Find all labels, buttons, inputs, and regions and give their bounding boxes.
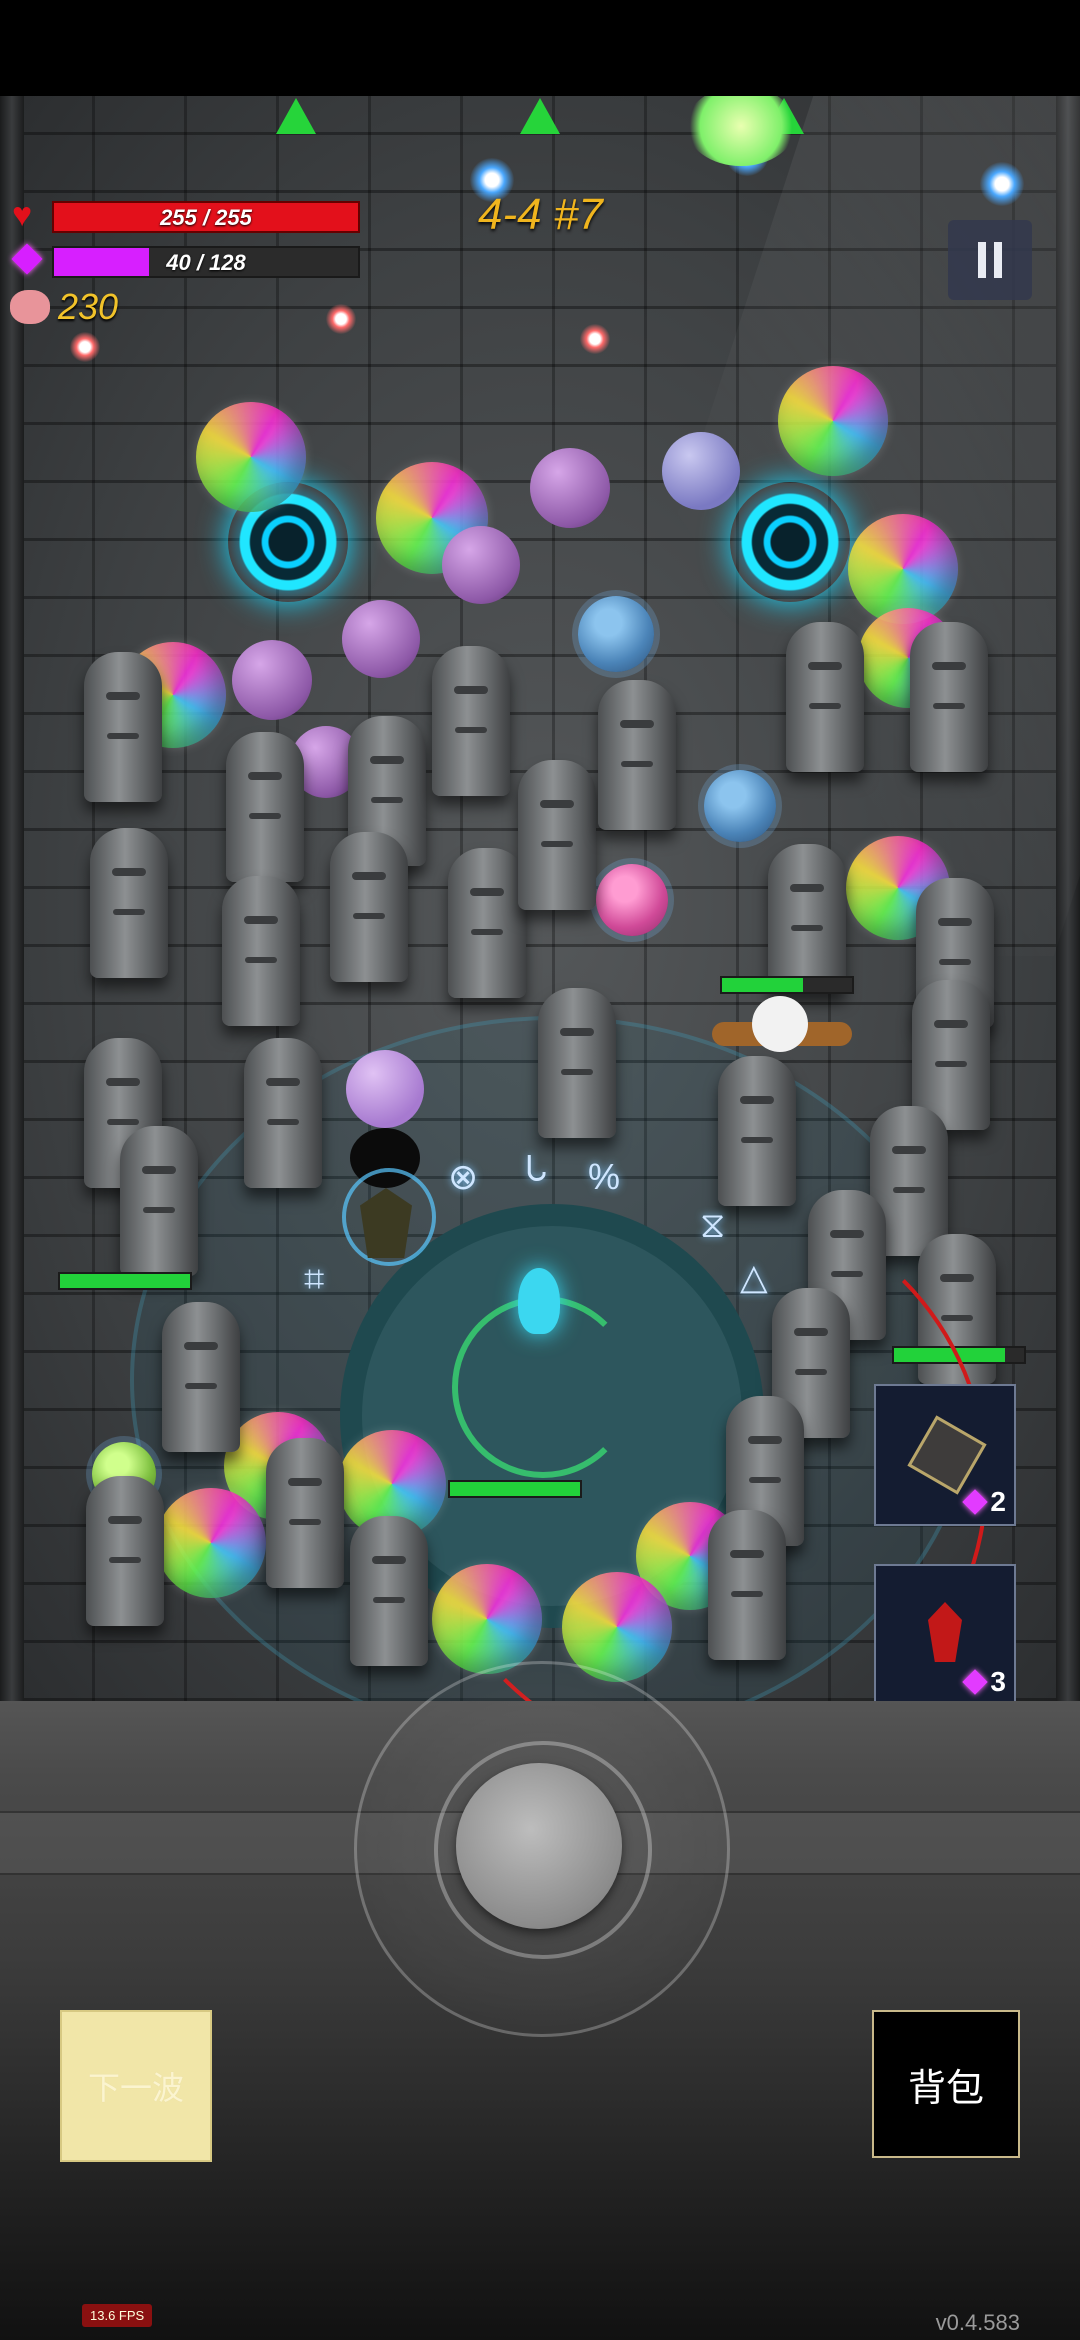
enemy-health-bar (58, 1272, 192, 1290)
moai-statue (266, 1438, 344, 1588)
moai-statue (330, 832, 408, 982)
pink-spiky-enemy (596, 864, 668, 936)
moai-statue (432, 646, 510, 796)
mana-gem-icon (962, 1489, 989, 1515)
pause-button[interactable] (948, 220, 1032, 300)
rainbow-bubble (156, 1488, 266, 1598)
moai-statue (718, 1056, 796, 1206)
moai-statue (84, 652, 162, 802)
joystick-knob[interactable] (456, 1763, 622, 1929)
moai-statue (768, 844, 846, 994)
moai-statue (222, 876, 300, 1026)
mana-bar: 40 / 128 (52, 246, 360, 278)
moai-statue (538, 988, 616, 1138)
fps-counter: 13.6 FPS (82, 2304, 153, 2327)
skill-cost-value: 2 (990, 1486, 1006, 1517)
cyan-portal (730, 482, 850, 602)
red-crystal-icon (928, 1602, 962, 1662)
coin-count: 230 (58, 286, 119, 327)
moai-statue (244, 1038, 322, 1188)
polyhedron-icon (907, 1415, 987, 1495)
scarecrow-head (752, 996, 808, 1052)
purple-orb (442, 526, 520, 604)
moai-statue (786, 622, 864, 772)
pig-coin-icon (10, 290, 50, 324)
backpack-button[interactable]: 背包 (872, 2010, 1020, 2158)
blue-spiky-enemy (578, 596, 654, 672)
moai-statue (90, 828, 168, 978)
rune-glyph: ᘂ (526, 1148, 548, 1189)
red-spark (580, 324, 610, 354)
moai-statue (448, 848, 526, 998)
heart-icon: ♥ (12, 196, 33, 234)
red-spark (70, 332, 100, 362)
skill-cost: 2 (962, 1486, 1006, 1518)
moai-statue (350, 1516, 428, 1666)
moai-statue (120, 1126, 198, 1276)
purple-orb (232, 640, 312, 720)
glow-orb (686, 96, 796, 166)
skill-card-polyhedron[interactable]: 2 (874, 1384, 1016, 1526)
mana-text: 40 / 128 (166, 250, 246, 275)
moai-statue (162, 1302, 240, 1452)
left-wall (0, 96, 24, 1701)
moai-statue (598, 680, 676, 830)
rainbow-bubble (196, 402, 306, 512)
purple-orb (662, 432, 740, 510)
moai-statue (226, 732, 304, 882)
skill-cost: 3 (962, 1666, 1006, 1698)
red-spark (326, 304, 356, 334)
enemy-health-bar (720, 976, 854, 994)
next-wave-button[interactable]: 下一波 (60, 2010, 212, 2162)
rune-glyph: ⊗ (448, 1156, 479, 1197)
rainbow-bubble (778, 366, 888, 476)
skill-card-crystal[interactable]: 3 (874, 1564, 1016, 1706)
purple-orb (342, 600, 420, 678)
moai-statue (910, 622, 988, 772)
blue-spiky-enemy (704, 770, 776, 842)
moai-statue (86, 1476, 164, 1626)
enemy-indicator-icon (276, 98, 316, 134)
purple-orb (530, 448, 610, 528)
enemy-indicator-icon (520, 98, 560, 134)
version-label: v0.4.583 (935, 2310, 1020, 2335)
purple-orb (346, 1050, 424, 1128)
moai-statue (518, 760, 596, 910)
blue-spark (980, 162, 1024, 206)
rune-glyph: % (588, 1156, 621, 1197)
health-text: 255 / 255 (160, 205, 252, 230)
stage-label: 4-4 #7 (478, 190, 603, 239)
mana-gem-icon (962, 1669, 989, 1695)
skill-cost-value: 3 (990, 1666, 1006, 1697)
rune-glyph: ⌗ (304, 1258, 325, 1299)
health-bar: 255 / 255 (52, 201, 360, 233)
